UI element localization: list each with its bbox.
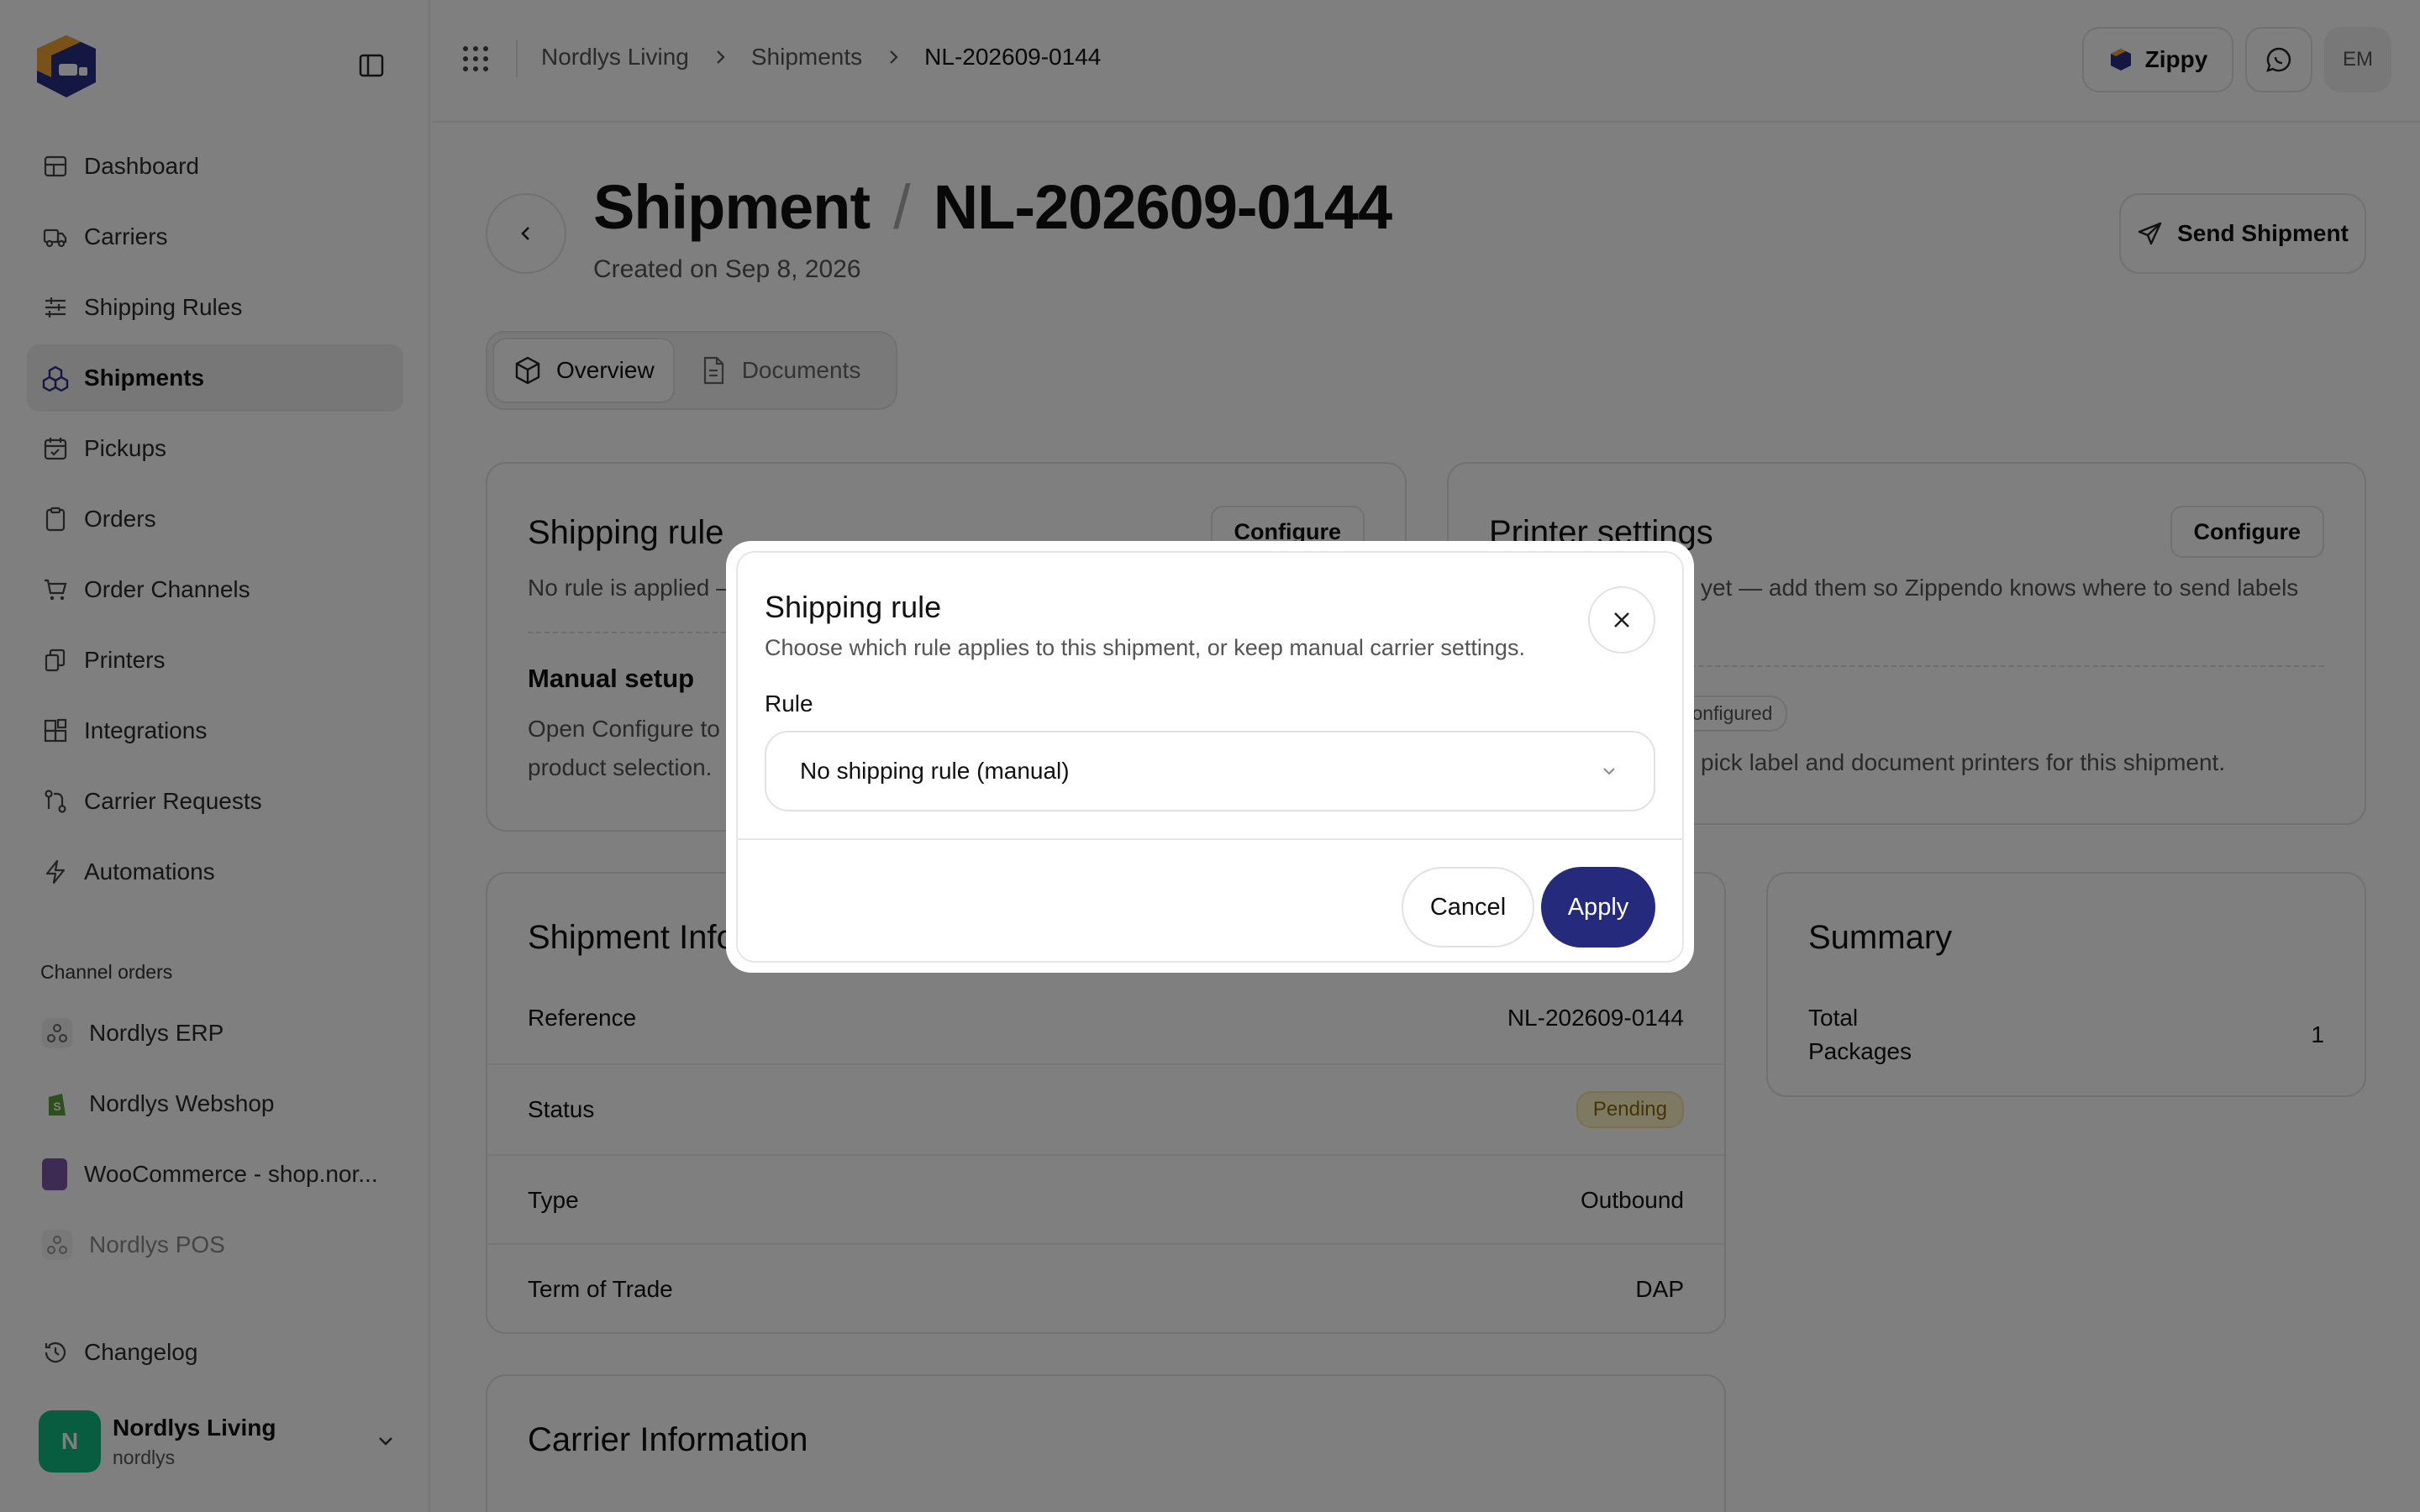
chevron-down-icon [1603,768,1615,775]
close-icon [1614,612,1629,627]
divider [738,838,1682,840]
rule-field-label: Rule [765,690,813,717]
shipping-rule-dialog: Shipping rule Choose which rule applies … [726,541,1694,973]
cancel-button[interactable]: Cancel [1402,867,1534,948]
close-button[interactable] [1588,586,1655,654]
rule-select-value: No shipping rule (manual) [800,758,1070,784]
dialog-panel: Shipping rule Choose which rule applies … [736,551,1684,963]
rule-select[interactable]: No shipping rule (manual) [765,731,1655,811]
dialog-title: Shipping rule [765,590,942,624]
apply-button[interactable]: Apply [1541,867,1655,948]
dialog-description: Choose which rule applies to this shipme… [765,635,1525,660]
